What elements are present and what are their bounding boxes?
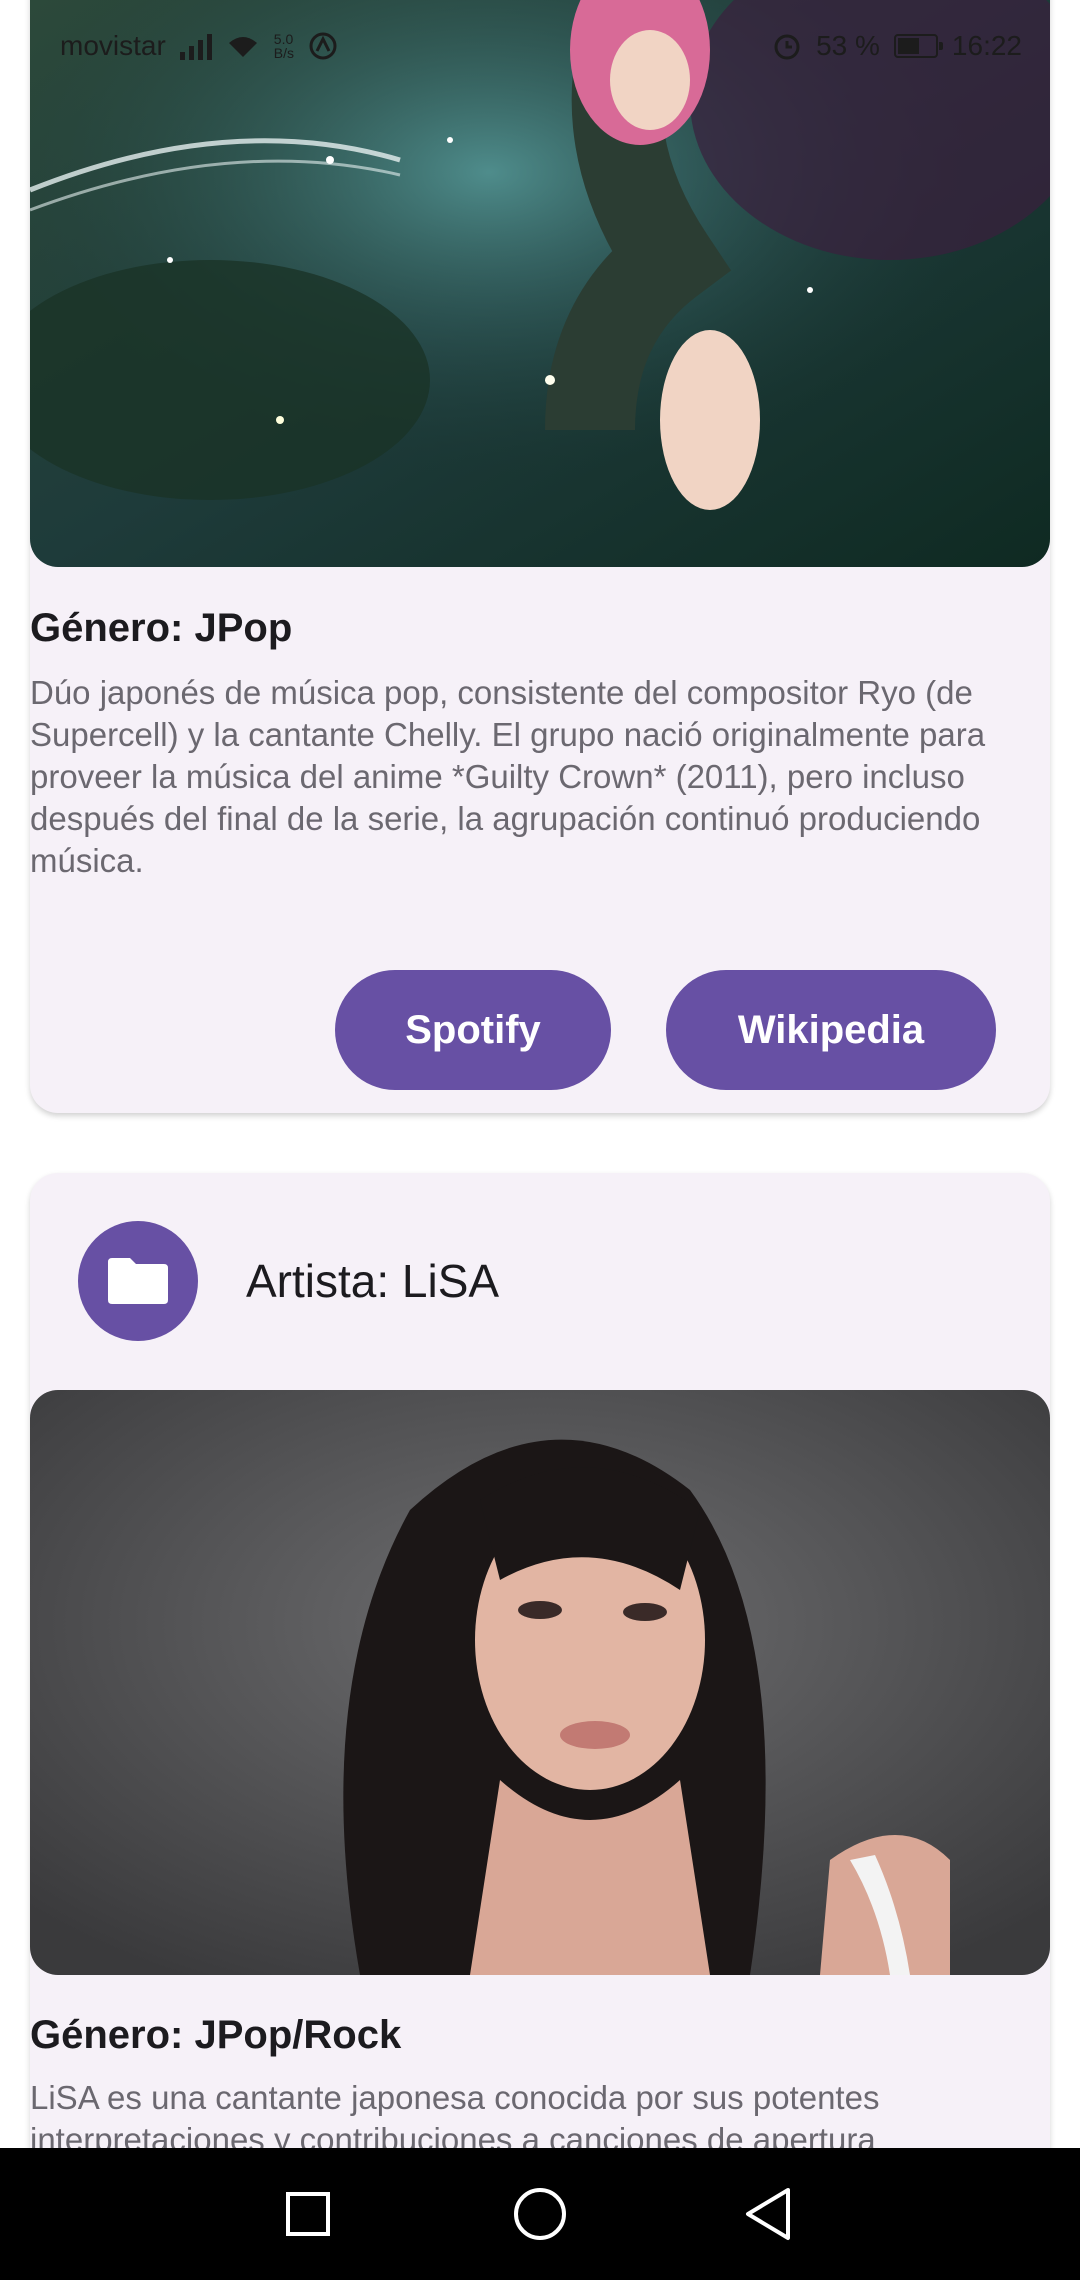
artist-description: Dúo japonés de música pop, consistente d… [30,674,986,879]
artist-image [30,1390,1050,1975]
signal-icon [179,32,212,60]
back-triangle-icon [746,2188,790,2240]
status-bar: movistar 5.0 B/s 53 % 16:22 [0,0,1080,92]
navigation-bar [0,2148,1080,2280]
folder-icon [108,1258,168,1304]
battery-percent: 53 % [816,30,880,61]
artist-card: Artista: LiSA Género: JPop/Rock LiSA es … [30,1173,1050,2280]
spotify-button[interactable]: Spotify [335,970,611,1090]
portrait-photo-image [30,1390,1050,1975]
speed-value: 5.0 [273,31,294,47]
genre-label: Género: JPop/Rock [30,2013,402,2057]
nfc-icon [309,32,337,60]
artist-card: Género: JPop Dúo japonés de música pop, … [30,0,1050,1113]
network-speed: 5.0 B/s [274,32,294,60]
wikipedia-button[interactable]: Wikipedia [666,970,996,1090]
recents-square-icon [286,2192,330,2236]
carrier-label: movistar [60,30,166,61]
home-button[interactable] [504,2178,576,2250]
clock: 16:22 [951,30,1022,61]
status-right: 53 % 16:22 [772,30,1022,62]
speed-unit: B/s [273,45,295,61]
avatar [78,1221,198,1341]
status-left: movistar 5.0 B/s [60,30,338,62]
wifi-icon [228,37,257,57]
card-header: Artista: LiSA [78,1221,499,1341]
recents-button[interactable] [272,2178,344,2250]
home-circle-icon [514,2188,566,2240]
battery-icon [893,34,943,58]
alarm-icon [774,34,800,60]
back-button[interactable] [732,2178,804,2250]
artist-name: Artista: LiSA [246,1255,500,1307]
genre-label: Género: JPop [30,606,293,650]
